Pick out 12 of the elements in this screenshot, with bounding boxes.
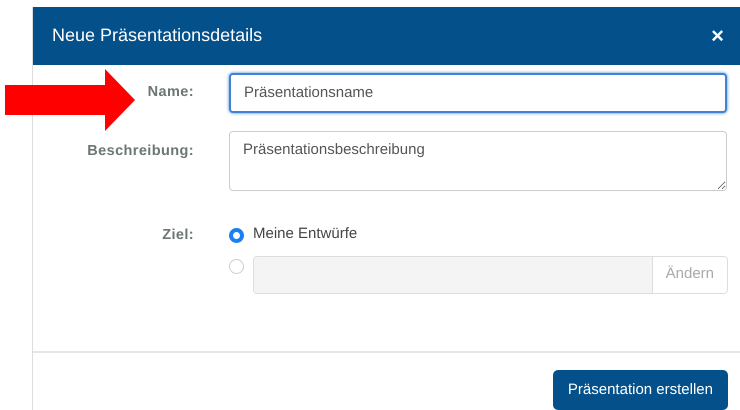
field-label: Beschreibung: [86, 142, 195, 161]
dialog-title: Neue Präsentationsdetails [52, 24, 262, 48]
text-area[interactable]: Präsentationsbeschreibung [229, 131, 727, 191]
field-label: Ziel: [161, 226, 195, 245]
radio-button[interactable] [229, 228, 244, 243]
close-button[interactable]: × [707, 24, 728, 47]
radio-button[interactable] [229, 258, 244, 274]
path-field[interactable] [254, 256, 653, 292]
option-label: Meine Entwürfe [253, 224, 358, 244]
field-label: Name: [146, 82, 195, 102]
text-field[interactable]: Präsentationsname [229, 72, 727, 113]
create-button[interactable]: Präsentation erstellen [552, 370, 728, 410]
